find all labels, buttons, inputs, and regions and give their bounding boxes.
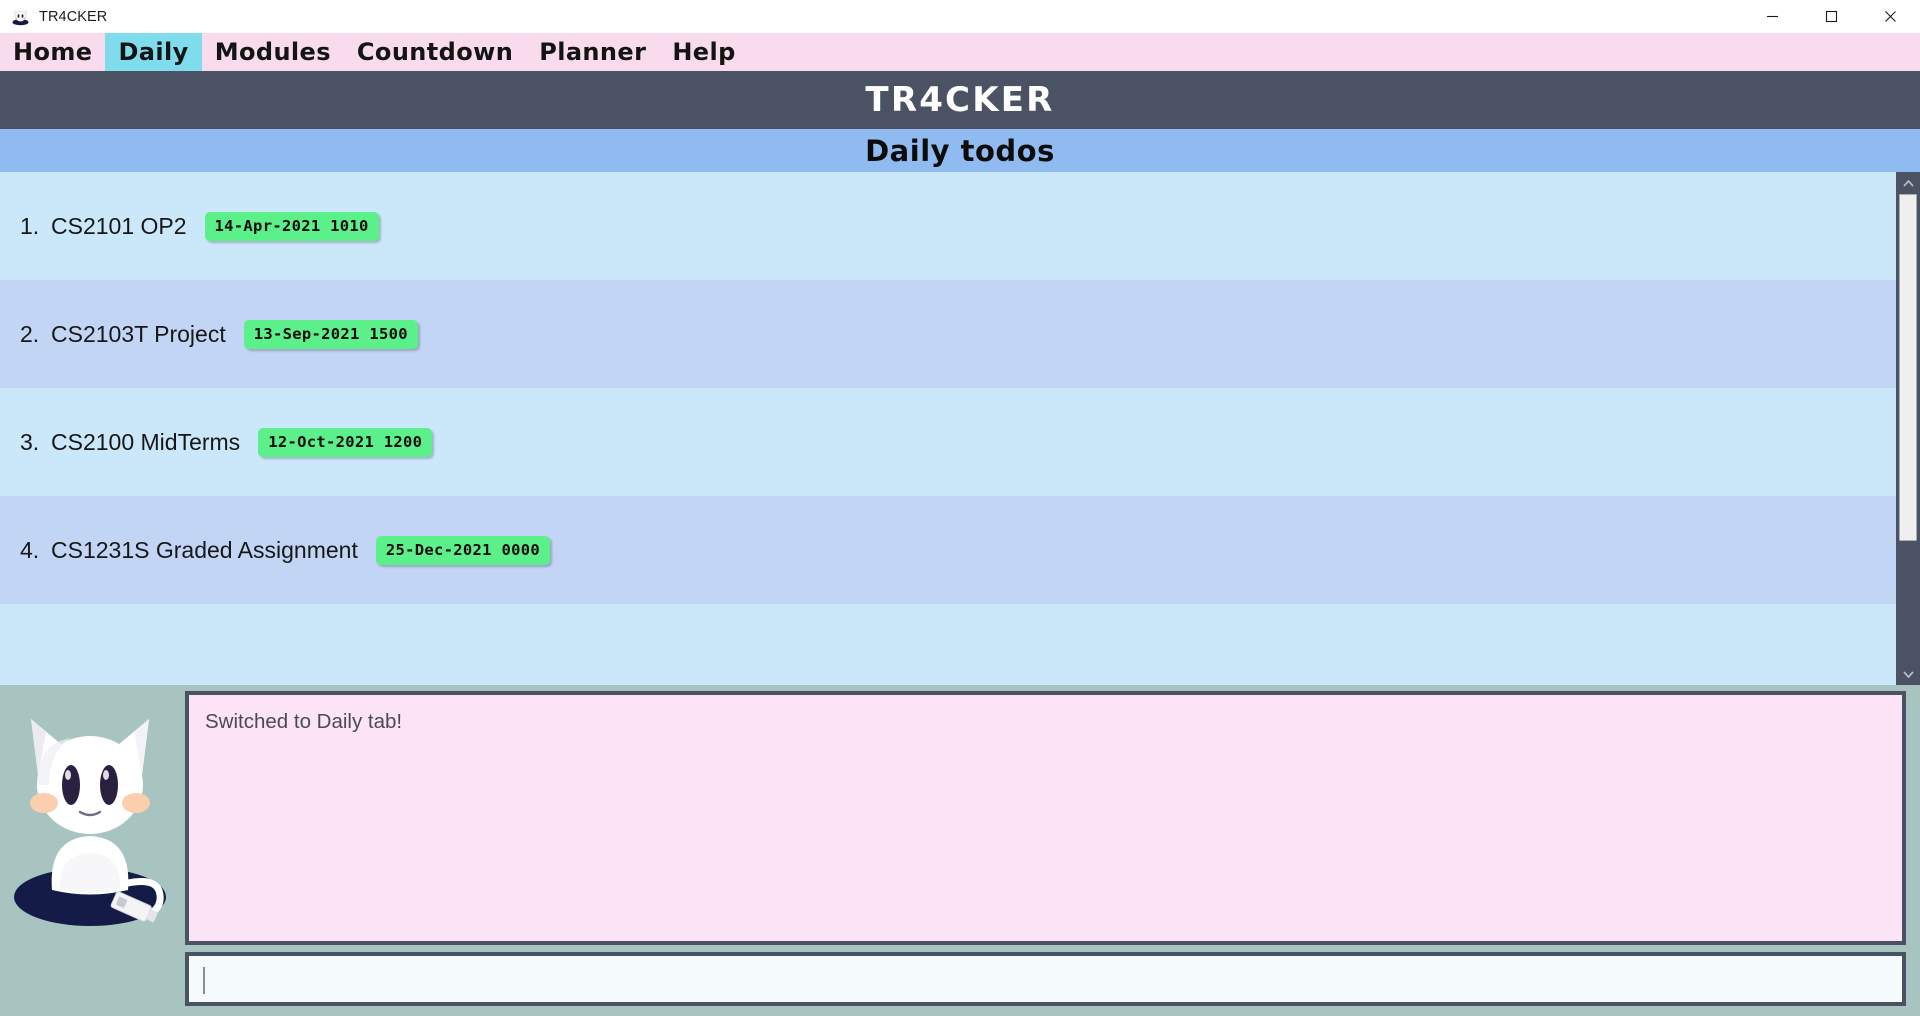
tab-help[interactable]: Help xyxy=(659,33,748,71)
status-badge: 14-Apr-2021 1010 xyxy=(204,211,379,241)
mascot-pane xyxy=(0,685,185,1016)
tab-home[interactable]: Home xyxy=(0,33,105,71)
todo-name: CS1231S Graded Assignment xyxy=(51,536,358,563)
table-row[interactable]: 4. CS1231S Graded Assignment 25-Dec-2021… xyxy=(0,496,1896,604)
cat-mascot-illustration xyxy=(0,685,185,1016)
todo-index: 3. xyxy=(20,428,40,455)
message-output-box: Switched to Daily tab! xyxy=(185,691,1906,945)
table-row[interactable]: 3. CS2100 MidTerms 12-Oct-2021 1200 xyxy=(0,388,1896,496)
tab-daily[interactable]: Daily xyxy=(105,33,202,71)
status-badge: 12-Oct-2021 1200 xyxy=(258,427,433,457)
window-controls xyxy=(1743,0,1920,33)
table-row[interactable]: 1. CS2101 OP2 14-Apr-2021 1010 xyxy=(0,172,1896,280)
text-caret xyxy=(203,967,205,994)
cat-mascot-icon xyxy=(11,7,30,26)
status-message: Switched to Daily tab! xyxy=(205,710,403,733)
close-button[interactable] xyxy=(1861,0,1920,33)
section-header: Daily todos xyxy=(0,129,1920,172)
command-input-box[interactable] xyxy=(185,952,1906,1006)
scrollbar-thumb[interactable] xyxy=(1899,194,1917,542)
bottom-panel: Switched to Daily tab! xyxy=(0,685,1920,1016)
todo-list[interactable]: 1. CS2101 OP2 14-Apr-2021 1010 2. CS2103… xyxy=(0,172,1896,685)
maximize-icon xyxy=(1825,10,1838,23)
scroll-down-button[interactable] xyxy=(1896,663,1920,685)
titlebar-left-group: TR4CKER xyxy=(0,7,107,26)
todo-name: CS2101 OP2 xyxy=(51,212,187,239)
chevron-down-icon xyxy=(1902,670,1914,678)
maximize-button[interactable] xyxy=(1802,0,1861,33)
brand-header: TR4CKER xyxy=(0,71,1920,129)
tab-modules[interactable]: Modules xyxy=(202,33,344,71)
close-icon xyxy=(1885,11,1896,22)
todo-index: 4. xyxy=(20,536,40,563)
todo-index: 2. xyxy=(20,320,40,347)
window-titlebar: TR4CKER xyxy=(0,0,1920,33)
scroll-up-button[interactable] xyxy=(1896,172,1920,194)
todo-name: CS2100 MidTerms xyxy=(51,428,241,455)
minimize-icon xyxy=(1767,15,1778,18)
minimize-button[interactable] xyxy=(1743,0,1802,33)
brand-title: TR4CKER xyxy=(865,80,1055,120)
navigation-tabbar: Home Daily Modules Countdown Planner Hel… xyxy=(0,33,1920,71)
vertical-scrollbar[interactable] xyxy=(1896,172,1920,685)
scrollbar-track[interactable] xyxy=(1896,194,1920,663)
command-input[interactable] xyxy=(203,967,1888,991)
console-pane: Switched to Daily tab! xyxy=(185,685,1920,1016)
chevron-up-icon xyxy=(1902,179,1914,187)
status-badge: 25-Dec-2021 0000 xyxy=(375,535,550,565)
todo-list-region: 1. CS2101 OP2 14-Apr-2021 1010 2. CS2103… xyxy=(0,172,1920,685)
status-badge: 13-Sep-2021 1500 xyxy=(243,319,418,349)
table-row[interactable]: 2. CS2103T Project 13-Sep-2021 1500 xyxy=(0,280,1896,388)
tab-countdown[interactable]: Countdown xyxy=(344,33,526,71)
tab-planner[interactable]: Planner xyxy=(526,33,659,71)
page-title: Daily todos xyxy=(865,133,1055,168)
todo-name: CS2103T Project xyxy=(51,320,226,347)
window-title: TR4CKER xyxy=(39,8,108,25)
todo-index: 1. xyxy=(20,212,40,239)
